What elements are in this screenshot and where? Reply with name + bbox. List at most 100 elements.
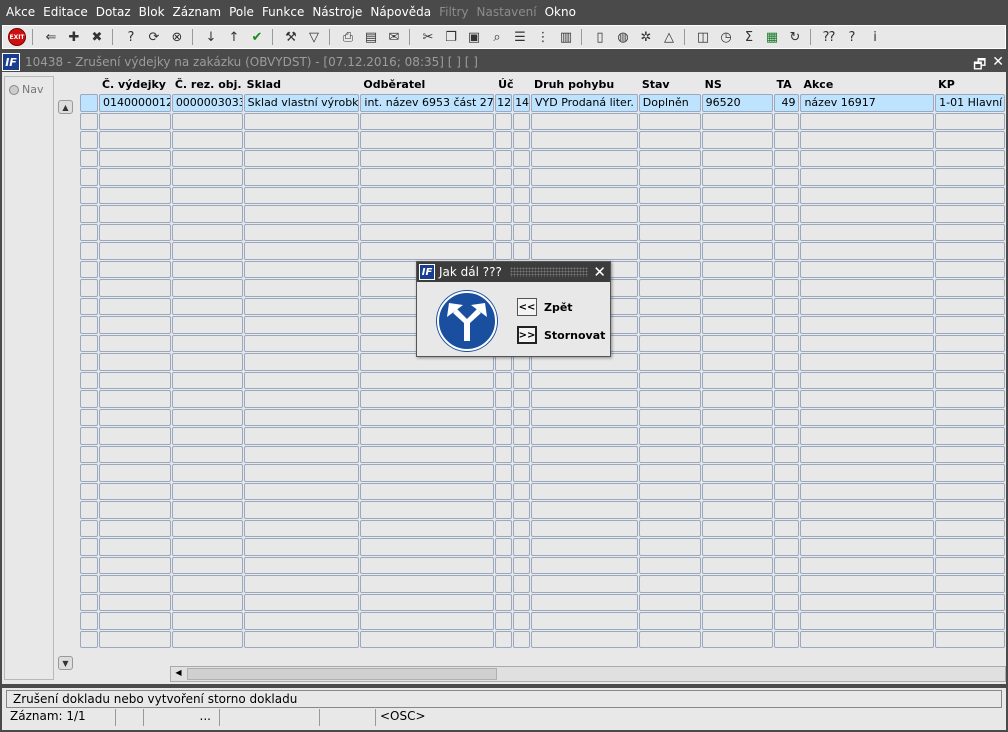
scroll-down-icon[interactable]: ▼ bbox=[58, 656, 73, 670]
table-cell[interactable] bbox=[800, 371, 935, 389]
row-indicator[interactable] bbox=[80, 501, 98, 519]
table-cell[interactable] bbox=[243, 445, 360, 463]
table-cell[interactable] bbox=[800, 390, 935, 408]
nav-radio[interactable]: Nav bbox=[5, 77, 53, 102]
table-cell[interactable] bbox=[243, 353, 360, 371]
row-indicator[interactable] bbox=[80, 297, 98, 315]
table-cell[interactable] bbox=[701, 149, 773, 167]
table-cell[interactable] bbox=[171, 427, 243, 445]
table-cell[interactable] bbox=[935, 353, 1005, 371]
table-cell[interactable] bbox=[171, 371, 243, 389]
row-indicator[interactable] bbox=[80, 593, 98, 611]
table-cell[interactable] bbox=[171, 464, 243, 482]
table-row[interactable] bbox=[80, 390, 1006, 409]
dialog-close-icon[interactable]: ✕ bbox=[593, 263, 606, 281]
table-cell[interactable] bbox=[98, 593, 171, 611]
table-cell[interactable] bbox=[638, 353, 701, 371]
clipboard-icon[interactable]: ▥ bbox=[556, 27, 576, 47]
table-cell[interactable] bbox=[773, 353, 800, 371]
table-cell[interactable] bbox=[513, 242, 531, 260]
table-cell[interactable] bbox=[171, 612, 243, 630]
table-cell[interactable] bbox=[360, 205, 495, 223]
table-cell[interactable] bbox=[773, 593, 800, 611]
table-cell[interactable] bbox=[360, 112, 495, 130]
table-cell[interactable] bbox=[800, 297, 935, 315]
table-cell[interactable] bbox=[638, 538, 701, 556]
table-cell[interactable] bbox=[243, 408, 360, 426]
table-cell[interactable] bbox=[360, 408, 495, 426]
table-cell[interactable] bbox=[360, 612, 495, 630]
table-cell[interactable] bbox=[638, 112, 701, 130]
table-cell[interactable] bbox=[513, 464, 531, 482]
table-cell[interactable] bbox=[638, 501, 701, 519]
table-row[interactable] bbox=[80, 408, 1006, 428]
table-cell[interactable]: int. název 6953 část 27 bbox=[360, 94, 495, 112]
column-header[interactable]: Č. rez. obj. bbox=[172, 76, 244, 94]
table-cell[interactable] bbox=[98, 538, 171, 556]
table-cell[interactable] bbox=[800, 482, 935, 500]
table-cell[interactable] bbox=[935, 482, 1005, 500]
table-cell[interactable] bbox=[638, 149, 701, 167]
table-cell[interactable] bbox=[495, 612, 513, 630]
menu-item[interactable]: Editace bbox=[39, 5, 92, 19]
table-cell[interactable] bbox=[171, 112, 243, 130]
table-cell[interactable] bbox=[773, 205, 800, 223]
table-cell[interactable] bbox=[701, 260, 773, 278]
table-cell[interactable] bbox=[773, 186, 800, 204]
table-cell[interactable] bbox=[638, 186, 701, 204]
table-row[interactable] bbox=[80, 464, 1006, 483]
table-cell[interactable] bbox=[495, 223, 513, 241]
table-cell[interactable] bbox=[701, 556, 773, 574]
table-cell[interactable] bbox=[773, 556, 800, 574]
table-cell[interactable] bbox=[773, 316, 800, 334]
clock-icon[interactable]: ◷ bbox=[716, 27, 736, 47]
table-cell[interactable] bbox=[243, 630, 360, 648]
table-cell[interactable] bbox=[513, 186, 531, 204]
table-row[interactable] bbox=[80, 112, 1006, 132]
table-cell[interactable] bbox=[800, 612, 935, 630]
table-cell[interactable] bbox=[531, 593, 638, 611]
table-cell[interactable] bbox=[638, 408, 701, 426]
table-cell[interactable] bbox=[495, 112, 513, 130]
table-cell[interactable] bbox=[360, 630, 495, 648]
table-cell[interactable] bbox=[513, 612, 531, 630]
table-cell[interactable] bbox=[495, 630, 513, 648]
table-cell[interactable] bbox=[935, 408, 1005, 426]
table-cell[interactable] bbox=[531, 501, 638, 519]
table-row[interactable] bbox=[80, 538, 1006, 557]
table-cell[interactable] bbox=[935, 186, 1005, 204]
table-cell[interactable] bbox=[243, 538, 360, 556]
row-indicator[interactable] bbox=[80, 334, 98, 352]
table-cell[interactable] bbox=[495, 168, 513, 186]
table-cell[interactable] bbox=[171, 297, 243, 315]
table-cell[interactable] bbox=[701, 131, 773, 149]
table-cell[interactable] bbox=[98, 390, 171, 408]
table-cell[interactable]: název 16917 bbox=[800, 94, 935, 112]
table-cell[interactable] bbox=[935, 112, 1005, 130]
table-cell[interactable] bbox=[935, 334, 1005, 352]
scroll-left-icon[interactable]: ◀ bbox=[172, 668, 185, 680]
table-cell[interactable] bbox=[495, 186, 513, 204]
table-cell[interactable] bbox=[171, 408, 243, 426]
table-cell[interactable] bbox=[935, 223, 1005, 241]
table-cell[interactable] bbox=[531, 575, 638, 593]
table-row[interactable] bbox=[80, 501, 1006, 520]
table-cell[interactable] bbox=[701, 279, 773, 297]
print-setup-icon[interactable]: ▤ bbox=[361, 27, 381, 47]
table-cell[interactable] bbox=[531, 371, 638, 389]
table-cell[interactable] bbox=[531, 556, 638, 574]
table-cell[interactable] bbox=[513, 223, 531, 241]
table-cell[interactable] bbox=[171, 223, 243, 241]
table-cell[interactable] bbox=[800, 242, 935, 260]
cut-icon[interactable]: ✂ bbox=[418, 27, 438, 47]
table-cell[interactable] bbox=[701, 593, 773, 611]
table-cell[interactable] bbox=[935, 538, 1005, 556]
info-icon[interactable]: i bbox=[865, 27, 885, 47]
add-record-icon[interactable]: ✚ bbox=[64, 27, 84, 47]
table-cell[interactable] bbox=[243, 593, 360, 611]
table-cell[interactable] bbox=[495, 149, 513, 167]
table-cell[interactable] bbox=[773, 445, 800, 463]
table-cell[interactable] bbox=[171, 519, 243, 537]
table-cell[interactable] bbox=[171, 334, 243, 352]
table-cell[interactable] bbox=[171, 168, 243, 186]
